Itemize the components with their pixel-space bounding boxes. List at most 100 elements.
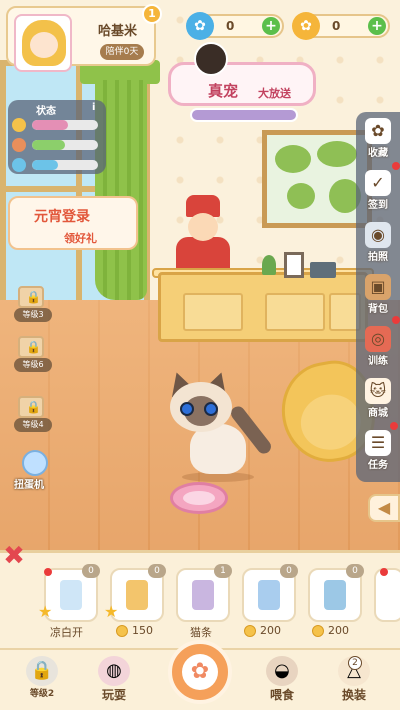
nav-home-button[interactable]: ✿ xyxy=(168,640,232,704)
menu-training[interactable]: ◎ 训练 xyxy=(358,326,398,376)
menu-checkin[interactable]: ✓ 签到 xyxy=(358,170,398,220)
add-currency-gold-button[interactable]: + xyxy=(368,17,386,35)
locked-slot-3[interactable]: 🔒 等级4 xyxy=(14,396,52,432)
food-item-milk[interactable]: 0 xyxy=(242,564,298,622)
potted-plant xyxy=(262,255,276,275)
laptop xyxy=(310,262,336,278)
promo-title: 元宵登录 xyxy=(34,209,90,225)
water-icon xyxy=(12,158,26,172)
status-info-icon[interactable]: i xyxy=(92,102,95,113)
coin-icon xyxy=(116,625,128,637)
food-item-treat[interactable]: 1 xyxy=(176,564,232,622)
water-bottle-icon xyxy=(60,580,82,610)
dress-badge: 2 xyxy=(348,656,362,670)
yarn-icon: ◍ xyxy=(98,656,130,686)
lock-icon: 🔒 xyxy=(26,340,41,354)
event-title: 真宠 xyxy=(208,82,239,100)
pet-bowl[interactable] xyxy=(170,482,228,514)
currency-blue[interactable]: ✿ 0 + xyxy=(186,12,284,40)
food-bag-icon xyxy=(126,580,148,610)
food-label: 凉白开 xyxy=(50,626,83,639)
paw-blue-icon: ✿ xyxy=(186,12,214,40)
event-banner[interactable] xyxy=(168,62,316,106)
fortune-god-statue[interactable] xyxy=(170,195,236,275)
add-currency-blue-button[interactable]: + xyxy=(262,17,280,35)
cabinet[interactable] xyxy=(158,272,368,342)
promo-subtitle: 领好礼 xyxy=(64,232,97,245)
notification-dot xyxy=(380,568,388,576)
food-label: 猫条 xyxy=(190,626,212,639)
locked-icon: 🔒 xyxy=(26,656,58,686)
calendar-icon: ✓ xyxy=(365,170,391,196)
menu-collection[interactable]: ✿ 收藏 xyxy=(358,118,398,168)
locked-label: 等级6 xyxy=(14,358,52,372)
siamese-cat[interactable] xyxy=(162,368,274,482)
notification-dot xyxy=(44,568,52,576)
avatar[interactable] xyxy=(14,14,72,72)
notification-dot xyxy=(392,316,400,324)
stat-mood xyxy=(12,118,102,132)
food-icon xyxy=(12,138,26,152)
water-bar xyxy=(32,160,59,170)
player-name: 哈基米 xyxy=(98,24,138,39)
food-item-more[interactable] xyxy=(374,568,400,622)
camera-icon: ◉ xyxy=(365,222,391,248)
coin-icon xyxy=(312,625,324,637)
milk-icon xyxy=(258,580,280,610)
cat-treat-icon xyxy=(192,580,214,610)
mood-icon xyxy=(12,118,26,132)
notification-dot xyxy=(390,422,398,430)
collapse-menu-button[interactable]: ◀ xyxy=(368,494,400,522)
food-price: 200 xyxy=(312,624,349,637)
paw-icon: ✿ xyxy=(182,654,218,690)
lock-icon: 🔒 xyxy=(26,290,41,304)
event-cat-icon xyxy=(194,42,228,76)
locked-slot-2[interactable]: 🔒 等级6 xyxy=(14,336,52,372)
player-card[interactable]: 哈基米 陪伴0天 xyxy=(6,6,156,72)
menu-task[interactable]: ☰ 任务 xyxy=(358,430,398,480)
food-price: 150 xyxy=(116,624,153,637)
gacha-icon xyxy=(22,450,48,476)
status-title: 状态 xyxy=(36,106,56,117)
gacha-label: 扭蛋机 xyxy=(14,480,44,491)
paw-gold-icon: ✿ xyxy=(292,12,320,40)
backpack-icon: ▣ xyxy=(365,274,391,300)
locked-slot-1[interactable]: 🔒 等级3 xyxy=(14,286,52,322)
currency-gold-value: 0 xyxy=(332,19,341,33)
locked-label: 等级4 xyxy=(14,418,52,432)
snack-pack-icon xyxy=(324,580,346,610)
gacha-machine-button[interactable]: 扭蛋机 xyxy=(14,450,58,494)
nav-locked[interactable]: 🔒 等级2 xyxy=(10,652,74,708)
food-item-snack[interactable]: 0 xyxy=(308,564,364,622)
bowl-icon: ◒ xyxy=(266,656,298,686)
food-bar xyxy=(32,140,65,150)
currency-blue-value: 0 xyxy=(226,19,235,33)
collection-icon: ✿ xyxy=(365,118,391,144)
stat-food xyxy=(12,138,102,152)
locked-label: 等级3 xyxy=(14,308,52,322)
photo-frame xyxy=(284,252,304,278)
event-subtitle: 大放送 xyxy=(258,87,291,100)
lock-icon: 🔒 xyxy=(26,400,41,414)
food-item-water[interactable]: 0 ★ xyxy=(38,564,100,622)
shop-icon: 🐱 xyxy=(365,378,391,404)
companion-days: 陪伴0天 xyxy=(100,44,144,60)
training-icon: ◎ xyxy=(365,326,391,352)
star-icon: ★ xyxy=(104,602,119,621)
task-icon: ☰ xyxy=(365,430,391,456)
currency-gold[interactable]: ✿ 0 + xyxy=(292,12,390,40)
player-level-badge: 1 xyxy=(142,4,162,24)
mood-bar xyxy=(32,120,69,130)
close-tray-button[interactable]: ✖ xyxy=(0,540,28,572)
nav-play[interactable]: ◍ 玩耍 xyxy=(82,652,146,708)
coin-icon xyxy=(244,625,256,637)
menu-camera[interactable]: ◉ 拍照 xyxy=(358,222,398,272)
menu-shop[interactable]: 🐱 商城 xyxy=(358,378,398,428)
food-item-bag[interactable]: 0 ★ xyxy=(104,564,166,622)
stat-water xyxy=(12,158,102,172)
event-progress-bar xyxy=(190,108,298,122)
food-price: 200 xyxy=(244,624,281,637)
star-icon: ★ xyxy=(38,602,53,621)
nav-feed[interactable]: ◒ 喂食 xyxy=(250,652,314,708)
notification-dot xyxy=(392,162,400,170)
